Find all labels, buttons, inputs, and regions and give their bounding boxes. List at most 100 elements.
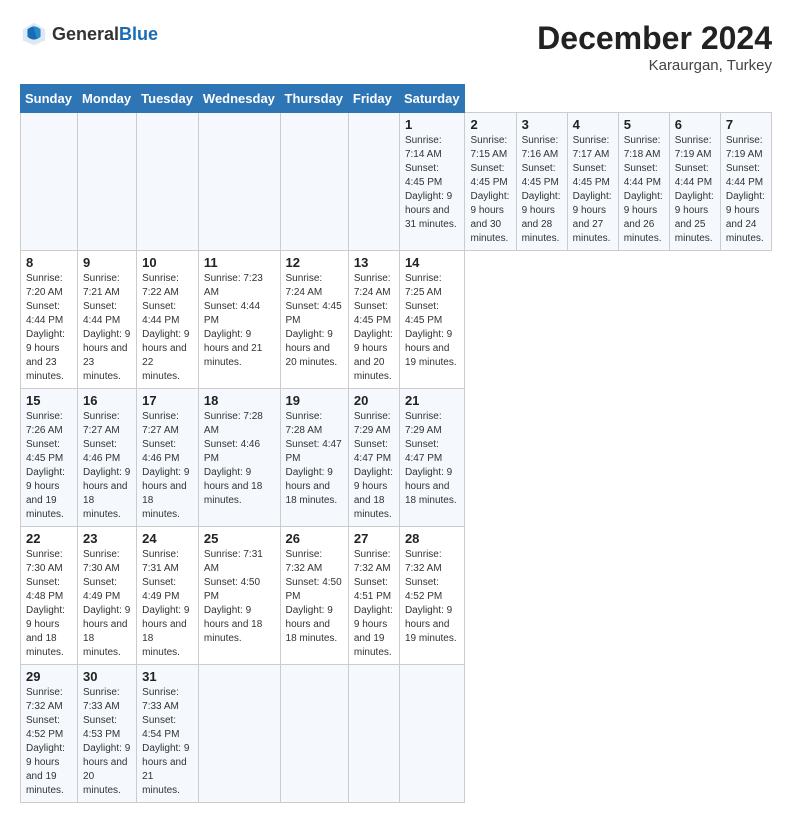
day-sunrise: Sunrise: 7:22 AMSunset: 4:44 PMDaylight:… [142,273,189,382]
calendar-week-2: 8 Sunrise: 7:20 AMSunset: 4:44 PMDayligh… [21,251,772,389]
calendar-cell: 27 Sunrise: 7:32 AMSunset: 4:51 PMDaylig… [348,527,399,665]
weekday-header-thursday: Thursday [280,85,348,113]
day-sunrise: Sunrise: 7:30 AMSunset: 4:48 PMDaylight:… [26,549,65,658]
day-sunrise: Sunrise: 7:27 AMSunset: 4:46 PMDaylight:… [142,411,189,520]
weekday-header-wednesday: Wednesday [198,85,280,113]
calendar-week-1: 1 Sunrise: 7:14 AMSunset: 4:45 PMDayligh… [21,113,772,251]
day-sunrise: Sunrise: 7:32 AMSunset: 4:52 PMDaylight:… [405,549,457,644]
day-sunrise: Sunrise: 7:23 AMSunset: 4:44 PMDaylight:… [204,273,263,368]
day-sunrise: Sunrise: 7:20 AMSunset: 4:44 PMDaylight:… [26,273,65,382]
day-number: 10 [142,255,193,270]
day-number: 19 [286,393,343,408]
day-sunrise: Sunrise: 7:30 AMSunset: 4:49 PMDaylight:… [83,549,130,658]
weekday-header-friday: Friday [348,85,399,113]
day-sunrise: Sunrise: 7:26 AMSunset: 4:45 PMDaylight:… [26,411,65,520]
day-sunrise: Sunrise: 7:32 AMSunset: 4:50 PMDaylight:… [286,549,342,644]
calendar-cell: 11 Sunrise: 7:23 AMSunset: 4:44 PMDaylig… [198,251,280,389]
calendar-cell [348,665,399,803]
calendar-week-5: 29 Sunrise: 7:32 AMSunset: 4:52 PMDaylig… [21,665,772,803]
day-number: 21 [405,393,460,408]
calendar-cell: 20 Sunrise: 7:29 AMSunset: 4:47 PMDaylig… [348,389,399,527]
day-number: 31 [142,669,193,684]
day-number: 9 [83,255,131,270]
calendar-cell [280,665,348,803]
calendar-cell: 16 Sunrise: 7:27 AMSunset: 4:46 PMDaylig… [78,389,137,527]
day-sunrise: Sunrise: 7:21 AMSunset: 4:44 PMDaylight:… [83,273,130,382]
logo-general: General [52,24,119,44]
calendar-cell [137,113,199,251]
calendar-cell [348,113,399,251]
day-sunrise: Sunrise: 7:32 AMSunset: 4:51 PMDaylight:… [354,549,393,658]
day-sunrise: Sunrise: 7:25 AMSunset: 4:45 PMDaylight:… [405,273,457,368]
day-number: 22 [26,531,72,546]
day-number: 27 [354,531,394,546]
day-sunrise: Sunrise: 7:29 AMSunset: 4:47 PMDaylight:… [405,411,457,506]
day-number: 2 [470,117,510,132]
weekday-header-row: SundayMondayTuesdayWednesdayThursdayFrid… [21,85,772,113]
calendar-cell: 6 Sunrise: 7:19 AMSunset: 4:44 PMDayligh… [669,113,720,251]
day-number: 14 [405,255,460,270]
day-sunrise: Sunrise: 7:15 AMSunset: 4:45 PMDaylight:… [470,135,509,244]
calendar-cell: 7 Sunrise: 7:19 AMSunset: 4:44 PMDayligh… [720,113,771,251]
weekday-header-sunday: Sunday [21,85,78,113]
calendar-cell: 23 Sunrise: 7:30 AMSunset: 4:49 PMDaylig… [78,527,137,665]
calendar-cell: 30 Sunrise: 7:33 AMSunset: 4:53 PMDaylig… [78,665,137,803]
calendar-cell [280,113,348,251]
calendar-table: SundayMondayTuesdayWednesdayThursdayFrid… [20,84,772,803]
day-sunrise: Sunrise: 7:19 AMSunset: 4:44 PMDaylight:… [675,135,714,244]
calendar-cell: 29 Sunrise: 7:32 AMSunset: 4:52 PMDaylig… [21,665,78,803]
day-sunrise: Sunrise: 7:31 AMSunset: 4:49 PMDaylight:… [142,549,189,658]
day-number: 12 [286,255,343,270]
day-number: 13 [354,255,394,270]
day-number: 24 [142,531,193,546]
calendar-cell: 9 Sunrise: 7:21 AMSunset: 4:44 PMDayligh… [78,251,137,389]
day-number: 4 [573,117,613,132]
calendar-cell: 14 Sunrise: 7:25 AMSunset: 4:45 PMDaylig… [399,251,465,389]
day-sunrise: Sunrise: 7:29 AMSunset: 4:47 PMDaylight:… [354,411,393,520]
logo-blue: Blue [119,24,158,44]
day-number: 15 [26,393,72,408]
calendar-week-3: 15 Sunrise: 7:26 AMSunset: 4:45 PMDaylig… [21,389,772,527]
calendar-cell: 26 Sunrise: 7:32 AMSunset: 4:50 PMDaylig… [280,527,348,665]
day-number: 1 [405,117,460,132]
day-sunrise: Sunrise: 7:27 AMSunset: 4:46 PMDaylight:… [83,411,130,520]
title-block: December 2024 Karaurgan, Turkey [537,20,772,74]
day-number: 20 [354,393,394,408]
day-number: 17 [142,393,193,408]
day-number: 3 [522,117,562,132]
day-sunrise: Sunrise: 7:28 AMSunset: 4:47 PMDaylight:… [286,411,342,506]
calendar-cell: 13 Sunrise: 7:24 AMSunset: 4:45 PMDaylig… [348,251,399,389]
day-number: 6 [675,117,715,132]
day-number: 7 [726,117,766,132]
day-number: 11 [204,255,275,270]
day-number: 26 [286,531,343,546]
calendar-cell: 10 Sunrise: 7:22 AMSunset: 4:44 PMDaylig… [137,251,199,389]
day-sunrise: Sunrise: 7:32 AMSunset: 4:52 PMDaylight:… [26,687,65,796]
calendar-cell: 17 Sunrise: 7:27 AMSunset: 4:46 PMDaylig… [137,389,199,527]
calendar-cell: 8 Sunrise: 7:20 AMSunset: 4:44 PMDayligh… [21,251,78,389]
calendar-cell: 19 Sunrise: 7:28 AMSunset: 4:47 PMDaylig… [280,389,348,527]
calendar-cell: 15 Sunrise: 7:26 AMSunset: 4:45 PMDaylig… [21,389,78,527]
calendar-cell: 12 Sunrise: 7:24 AMSunset: 4:45 PMDaylig… [280,251,348,389]
day-sunrise: Sunrise: 7:17 AMSunset: 4:45 PMDaylight:… [573,135,612,244]
day-sunrise: Sunrise: 7:33 AMSunset: 4:54 PMDaylight:… [142,687,189,796]
calendar-cell: 31 Sunrise: 7:33 AMSunset: 4:54 PMDaylig… [137,665,199,803]
day-number: 8 [26,255,72,270]
calendar-cell: 28 Sunrise: 7:32 AMSunset: 4:52 PMDaylig… [399,527,465,665]
calendar-cell: 3 Sunrise: 7:16 AMSunset: 4:45 PMDayligh… [516,113,567,251]
calendar-cell: 1 Sunrise: 7:14 AMSunset: 4:45 PMDayligh… [399,113,465,251]
calendar-cell [78,113,137,251]
calendar-cell [198,665,280,803]
calendar-cell: 5 Sunrise: 7:18 AMSunset: 4:44 PMDayligh… [618,113,669,251]
day-number: 5 [624,117,664,132]
day-sunrise: Sunrise: 7:33 AMSunset: 4:53 PMDaylight:… [83,687,130,796]
calendar-cell: 18 Sunrise: 7:28 AMSunset: 4:46 PMDaylig… [198,389,280,527]
weekday-header-monday: Monday [78,85,137,113]
calendar-week-4: 22 Sunrise: 7:30 AMSunset: 4:48 PMDaylig… [21,527,772,665]
calendar-cell: 4 Sunrise: 7:17 AMSunset: 4:45 PMDayligh… [567,113,618,251]
calendar-cell [21,113,78,251]
day-sunrise: Sunrise: 7:16 AMSunset: 4:45 PMDaylight:… [522,135,561,244]
day-number: 18 [204,393,275,408]
day-number: 16 [83,393,131,408]
calendar-cell: 24 Sunrise: 7:31 AMSunset: 4:49 PMDaylig… [137,527,199,665]
